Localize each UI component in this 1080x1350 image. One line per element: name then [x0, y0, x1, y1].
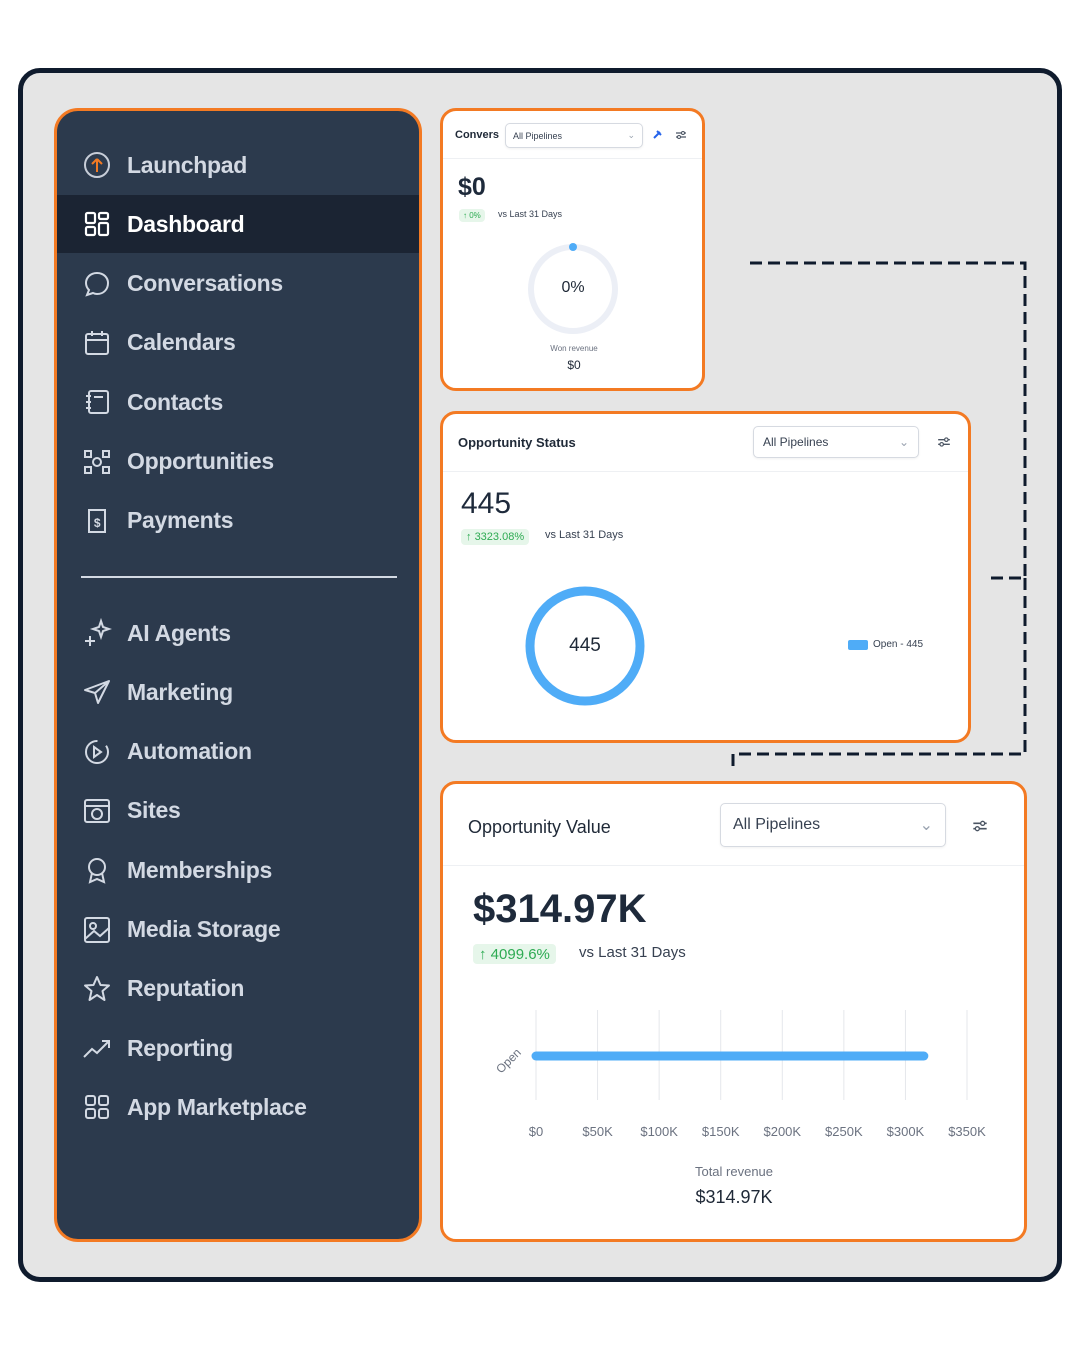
vs-label: vs Last 31 Days — [545, 529, 624, 541]
x-tick-label: $0 — [529, 1124, 543, 1139]
card-title: Opportunity Value — [468, 817, 611, 837]
legend-swatch — [848, 639, 868, 650]
chevron-down-icon: ⌄ — [919, 817, 933, 834]
filter-icon[interactable] — [937, 435, 951, 449]
filter-icon[interactable] — [972, 818, 988, 834]
filter-icon[interactable] — [675, 129, 687, 141]
status-value: 445 — [461, 487, 512, 520]
change-badge: ↑ 0% — [459, 209, 485, 222]
legend: Open - 445 — [848, 639, 923, 650]
pipeline-select[interactable]: All Pipelines ⌄ — [753, 426, 919, 458]
arrow-up-icon: ↑ — [466, 531, 475, 543]
x-tick-label: $100K — [640, 1124, 678, 1139]
opportunity-value-card: Opportunity Value All Pipelines ⌄ $314.9… — [440, 781, 1027, 1242]
pipeline-select[interactable]: All Pipelines ⌄ — [720, 803, 946, 847]
x-tick-label: $250K — [825, 1124, 863, 1139]
opportunity-value-chart: $0 $50K $100K $150K $200K $250K $300K $350K Open — [493, 1010, 986, 1139]
card-title: Convers — [455, 129, 500, 141]
change-value: 4099.6% — [490, 945, 550, 963]
won-revenue-label: Won revenue — [550, 344, 598, 353]
vs-label: vs Last 31 Days — [498, 209, 563, 219]
legend-label: Open - 445 — [873, 639, 924, 650]
arrow-up-icon: ↑ — [479, 945, 491, 963]
total-revenue-label: Total revenue — [694, 1164, 774, 1179]
change-badge: ↑ 3323.08% — [461, 529, 530, 545]
change-badge: ↑ 4099.6% — [473, 944, 556, 964]
x-tick-label: $200K — [763, 1124, 801, 1139]
change-value: 3323.08% — [474, 531, 525, 543]
total-revenue-value: $314.97K — [695, 1187, 773, 1207]
select-value: All Pipelines — [513, 130, 563, 141]
card-title: Opportunity Status — [458, 435, 576, 450]
conversion-value: $0 — [458, 173, 486, 201]
change-value: 0% — [469, 211, 481, 220]
vs-label: vs Last 31 Days — [579, 944, 686, 961]
category-label: Open — [493, 1045, 524, 1076]
donut-label: 445 — [569, 635, 601, 656]
pin-icon[interactable] — [651, 129, 663, 141]
x-tick-label: $50K — [582, 1124, 613, 1139]
select-value: All Pipelines — [763, 435, 829, 449]
x-tick-label: $350K — [948, 1124, 986, 1139]
ring-label: 0% — [561, 279, 585, 296]
chevron-down-icon: ⌄ — [898, 435, 909, 449]
opportunity-status-card: Opportunity Status All Pipelines ⌄ 445 ↑… — [440, 411, 971, 743]
chevron-down-icon: ⌄ — [627, 130, 635, 140]
x-tick-label: $300K — [887, 1124, 925, 1139]
x-tick-label: $150K — [702, 1124, 740, 1139]
pipeline-select[interactable]: All Pipelines ⌄ — [505, 123, 643, 148]
value-amount: $314.97K — [473, 887, 647, 931]
won-revenue-value: $0 — [567, 358, 581, 372]
conversion-card: Convers All Pipelines ⌄ $0 ↑ 0% vs Last … — [440, 108, 705, 391]
select-value: All Pipelines — [733, 816, 821, 833]
